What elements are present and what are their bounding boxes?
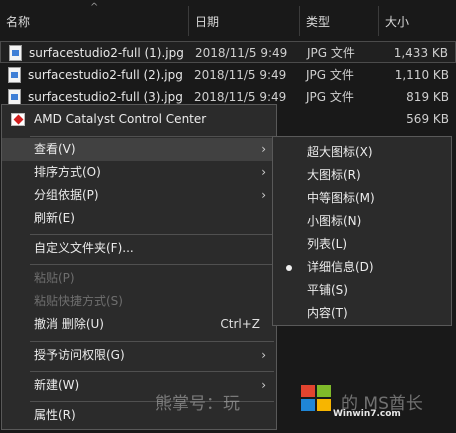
menu-separator [30, 341, 274, 342]
column-type[interactable]: 类型 [300, 0, 378, 36]
column-size[interactable]: 大小 [379, 0, 456, 36]
selected-bullet-icon [286, 265, 292, 271]
menu-item-paste: 粘贴(P) [2, 267, 276, 290]
file-size: 1,110 KB [394, 68, 449, 82]
column-header: ^ 名称 日期 类型 大小 [0, 0, 456, 36]
submenu-item-tiles[interactable]: 平铺(S) [273, 279, 451, 302]
menu-separator [30, 264, 274, 265]
submenu-item-content[interactable]: 内容(T) [273, 302, 451, 325]
menu-item-undo-delete[interactable]: 撤消 删除(U) Ctrl+Z [2, 313, 276, 336]
submenu-item-label: 详细信息(D) [307, 260, 374, 274]
submenu-item-large-icons[interactable]: 大图标(R) [273, 164, 451, 187]
menu-item-paste-shortcut: 粘贴快捷方式(S) [2, 290, 276, 313]
menu-item-label: 自定义文件夹(F)... [34, 241, 134, 255]
column-date[interactable]: 日期 [189, 0, 299, 36]
submenu-item-extra-large-icons[interactable]: 超大图标(X) [273, 141, 451, 164]
menu-item-amd-catalyst[interactable]: AMD Catalyst Control Center [2, 108, 276, 131]
file-size: 819 KB [406, 90, 449, 104]
watermark-url: Winwin7.com [333, 409, 401, 419]
submenu-item-details[interactable]: 详细信息(D) [273, 256, 451, 279]
submenu-item-small-icons[interactable]: 小图标(N) [273, 210, 451, 233]
menu-item-label: AMD Catalyst Control Center [34, 112, 207, 126]
menu-item-refresh[interactable]: 刷新(E) [2, 207, 276, 230]
menu-item-label: 查看(V) [34, 142, 76, 156]
menu-item-label: 粘贴(P) [34, 271, 75, 285]
chevron-right-icon: › [261, 165, 266, 179]
menu-item-label: 排序方式(O) [34, 165, 101, 179]
menu-item-label: 粘贴快捷方式(S) [34, 294, 123, 308]
file-date: 2018/11/5 9:49 [194, 68, 287, 82]
column-name[interactable]: 名称 [0, 0, 188, 36]
submenu-item-list[interactable]: 列表(L) [273, 233, 451, 256]
chevron-right-icon: › [261, 348, 266, 362]
amd-logo-icon [11, 113, 25, 126]
menu-separator [30, 136, 274, 137]
submenu-item-medium-icons[interactable]: 中等图标(M) [273, 187, 451, 210]
file-type: JPG 文件 [307, 46, 355, 60]
windows-logo-icon [301, 385, 337, 415]
chevron-right-icon: › [261, 188, 266, 202]
context-menu: AMD Catalyst Control Center 查看(V) › 排序方式… [1, 104, 277, 430]
menu-item-label: 撤消 删除(U) [34, 317, 104, 331]
menu-item-label: 刷新(E) [34, 211, 75, 225]
menu-separator [30, 371, 274, 372]
file-type: JPG 文件 [306, 68, 354, 82]
view-submenu: 超大图标(X) 大图标(R) 中等图标(M) 小图标(N) 列表(L) 详细信息… [272, 136, 452, 326]
menu-item-grant-access[interactable]: 授予访问权限(G) › [2, 344, 276, 367]
file-name: surfacestudio2-full (2).jpg [28, 68, 183, 82]
menu-item-sort[interactable]: 排序方式(O) › [2, 161, 276, 184]
file-date: 2018/11/5 9:49 [195, 46, 288, 60]
menu-separator [30, 234, 274, 235]
file-size: 1,433 KB [393, 46, 448, 60]
file-name: surfacestudio2-full (1).jpg [29, 46, 184, 60]
file-type: JPG 文件 [306, 90, 354, 104]
chevron-right-icon: › [261, 142, 266, 156]
menu-item-label: 新建(W) [34, 378, 80, 392]
menu-item-label: 分组依据(P) [34, 188, 99, 202]
file-row[interactable]: surfacestudio2-full (2).jpg 2018/11/5 9:… [0, 64, 456, 86]
jpg-file-icon [9, 45, 22, 61]
jpg-file-icon [8, 89, 21, 105]
menu-item-shortcut: Ctrl+Z [220, 317, 260, 331]
menu-item-label: 授予访问权限(G) [34, 348, 125, 362]
menu-item-label: 属性(R) [34, 408, 76, 422]
file-row[interactable]: surfacestudio2-full (1).jpg 2018/11/5 9:… [0, 41, 456, 63]
watermark-text: 熊掌号：玩 [155, 394, 240, 414]
jpg-file-icon [8, 67, 21, 83]
menu-item-view[interactable]: 查看(V) › [2, 138, 276, 161]
watermark: 熊掌号：玩 的 MS酋长 Winwin7.com [155, 385, 455, 421]
menu-item-customize-folder[interactable]: 自定义文件夹(F)... [2, 237, 276, 260]
file-size: 569 KB [406, 112, 449, 126]
menu-item-group[interactable]: 分组依据(P) › [2, 184, 276, 207]
